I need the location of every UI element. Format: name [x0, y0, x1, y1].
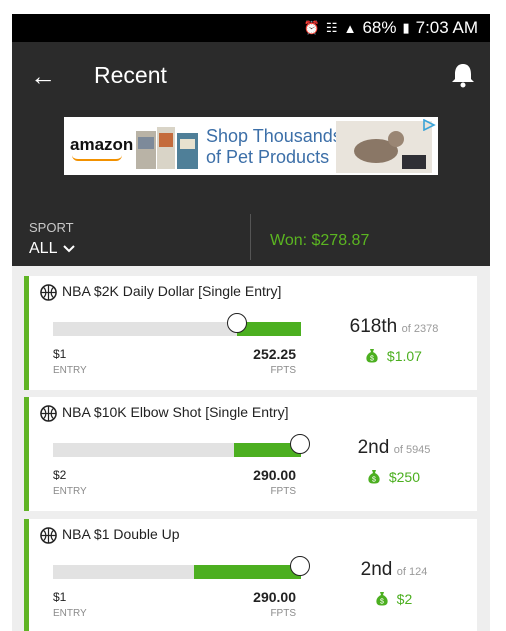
fantasy-points-value: 290.00: [253, 589, 296, 605]
contest-card[interactable]: NBA $10K Elbow Shot [Single Entry] $2 EN…: [24, 397, 477, 511]
amazon-logo: amazon: [70, 135, 134, 154]
fantasy-points-value: 290.00: [253, 467, 296, 483]
phone-screen: ⏰ ☷ ▲ 68% ▮ 7:03 AM ← Recent amazon Shop…: [12, 14, 490, 631]
prize-won: $ $2: [319, 591, 469, 607]
money-bag-icon: $: [366, 349, 378, 363]
svg-text:$: $: [372, 477, 376, 484]
sport-filter-dropdown[interactable]: ALL: [29, 240, 76, 258]
prize-won: $ $1.07: [319, 348, 469, 364]
sport-filter-label: SPORT: [29, 220, 74, 235]
score-progress-marker: [227, 313, 247, 333]
alarm-icon: ⏰: [303, 20, 320, 35]
contest-rank: 2nd of 5945: [319, 437, 469, 459]
score-progress-track: [53, 313, 301, 336]
advertisement-banner[interactable]: amazon Shop Thousands of Pet Products: [64, 117, 438, 175]
contest-rank: 618th of 2378: [319, 316, 469, 338]
rank-position: 2nd: [360, 559, 393, 580]
signal-icon: ▲: [343, 20, 357, 36]
chevron-down-icon: [63, 245, 76, 253]
screenshot-frame: ⏰ ☷ ▲ 68% ▮ 7:03 AM ← Recent amazon Shop…: [0, 0, 506, 631]
winnings-total: Won: $278.87: [270, 232, 370, 249]
prize-amount: $250: [388, 469, 421, 485]
entry-fee-value: $1: [53, 590, 67, 604]
score-progress-marker: [290, 556, 310, 576]
rank-position: 618th: [349, 316, 398, 337]
prize-won: $ $250: [319, 469, 469, 485]
basketball-icon: [40, 405, 57, 422]
back-arrow-icon[interactable]: ←: [30, 62, 58, 90]
money-bag-icon: $: [376, 592, 388, 606]
entry-fee-label: ENTRY: [53, 608, 87, 619]
battery-icon: ▮: [402, 20, 410, 35]
entry-fee-label: ENTRY: [53, 365, 87, 376]
header-divider: [250, 214, 251, 260]
svg-text:$: $: [370, 356, 374, 363]
score-progress-track: [53, 556, 310, 579]
ad-line-1: Shop Thousands: [206, 126, 342, 146]
ad-line-2: of Pet Products: [206, 147, 330, 167]
prize-amount: $2: [396, 591, 413, 607]
entry-fee-label: ENTRY: [53, 486, 87, 497]
basketball-icon: [40, 284, 57, 301]
wifi-icon: ☷: [325, 20, 338, 35]
ad-headline: Shop Thousands of Pet Products: [206, 126, 342, 168]
sport-filter-value: ALL: [29, 240, 58, 257]
pet-food-products-image: [136, 127, 198, 169]
rank-total-entries: of 124: [396, 566, 428, 578]
score-progress-fill: [194, 565, 301, 579]
ad-choices-icon[interactable]: [422, 119, 436, 131]
entry-fee-value: $1: [53, 347, 67, 361]
contest-card[interactable]: NBA $1 Double Up $1 ENTRY 290.00 FPTS 2n…: [24, 519, 477, 631]
contest-title: NBA $10K Elbow Shot [Single Entry]: [62, 404, 289, 420]
notification-bell-icon[interactable]: [448, 60, 478, 90]
contest-title: NBA $1 Double Up: [62, 526, 180, 542]
battery-percent: 68%: [362, 18, 397, 37]
money-bag-icon: $: [368, 470, 380, 484]
fantasy-points-label: FPTS: [270, 486, 296, 497]
rank-position: 2nd: [357, 437, 390, 458]
entry-fee-value: $2: [53, 468, 67, 482]
rank-total-entries: of 5945: [393, 444, 431, 456]
rank-total-entries: of 2378: [401, 323, 439, 335]
svg-text:$: $: [380, 599, 384, 606]
app-header: ← Recent amazon Shop Thousands of Pet Pr…: [12, 42, 490, 266]
contest-title: NBA $2K Daily Dollar [Single Entry]: [62, 283, 282, 299]
prize-amount: $1.07: [386, 348, 422, 364]
fantasy-points-label: FPTS: [270, 365, 296, 376]
clock: 7:03 AM: [415, 18, 478, 37]
cat-photo: [336, 121, 432, 173]
contest-rank: 2nd of 124: [319, 559, 469, 581]
status-bar: ⏰ ☷ ▲ 68% ▮ 7:03 AM: [12, 14, 490, 42]
contest-card[interactable]: NBA $2K Daily Dollar [Single Entry] $1 E…: [24, 276, 477, 390]
basketball-icon: [40, 527, 57, 544]
fantasy-points-label: FPTS: [270, 608, 296, 619]
page-title: Recent: [94, 62, 167, 88]
fantasy-points-value: 252.25: [253, 346, 296, 362]
amazon-smile-icon: [72, 155, 122, 161]
score-progress-track: [53, 434, 310, 457]
score-progress-marker: [290, 434, 310, 454]
